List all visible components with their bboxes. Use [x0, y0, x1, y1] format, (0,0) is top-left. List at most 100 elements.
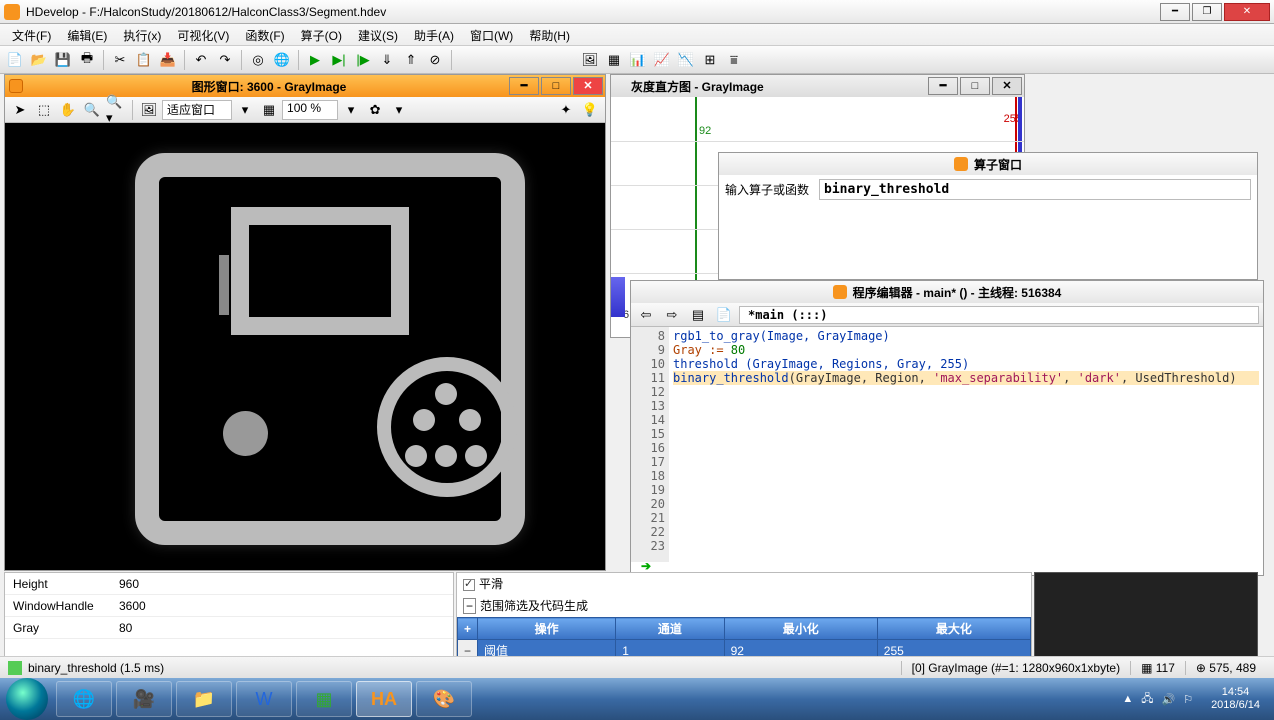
separator — [451, 50, 452, 70]
hw-maximize[interactable]: □ — [960, 77, 990, 95]
start-button[interactable] — [6, 678, 48, 720]
code-text[interactable]: rgb1_to_gray(Image, GrayImage)Gray := 80… — [669, 327, 1263, 562]
system-tray[interactable]: ▲ 🖧 🔊 ⚐ 14:54 2018/6/14 — [1122, 686, 1274, 712]
hand-icon[interactable]: ✋ — [57, 99, 79, 121]
status-bar: binary_threshold (1.5 ms) [0] GrayImage … — [0, 656, 1274, 678]
cut-icon[interactable]: ✂ — [109, 49, 131, 71]
gw-close[interactable]: ✕ — [573, 77, 603, 95]
run-icon[interactable]: ▶ — [304, 49, 326, 71]
status-grayval: ▦ 117 — [1130, 661, 1185, 675]
menu-exec[interactable]: 执行(x) — [115, 24, 169, 45]
menu-visual[interactable]: 可视化(V) — [169, 24, 237, 45]
menu-bar: 文件(F) 编辑(E) 执行(x) 可视化(V) 函数(F) 算子(O) 建议(… — [0, 24, 1274, 46]
menu-help[interactable]: 帮助(H) — [521, 24, 578, 45]
window-maximize[interactable]: ❐ — [1192, 3, 1222, 21]
window-minimize[interactable]: ━ — [1160, 3, 1190, 21]
spark-icon[interactable]: ✦ — [555, 99, 577, 121]
target-icon[interactable]: ◎ — [247, 49, 269, 71]
exec-arrow-icon: ➔ — [641, 559, 651, 573]
line-gutter: 8910 111213 141516 171819 202122 23 — [631, 327, 669, 562]
bulb-icon[interactable]: 💡 — [579, 99, 601, 121]
step-out-icon[interactable]: ⇑ — [400, 49, 422, 71]
app-icon — [4, 4, 20, 20]
nav-list-icon[interactable]: ▤ — [687, 304, 709, 326]
clock[interactable]: 14:54 2018/6/14 — [1201, 686, 1270, 712]
move-icon[interactable]: ⬚ — [33, 99, 55, 121]
globe-icon[interactable]: 🌐 — [271, 49, 293, 71]
halcon-icon — [833, 285, 847, 299]
task-paint-icon[interactable]: 🎨 — [416, 681, 472, 717]
step-into-icon[interactable]: ⇓ — [376, 49, 398, 71]
menu-func[interactable]: 函数(F) — [237, 24, 292, 45]
dropdown-icon[interactable]: ▾ — [234, 99, 256, 121]
undo-icon[interactable]: ↶ — [190, 49, 212, 71]
step-over-icon[interactable]: |▶ — [352, 49, 374, 71]
paint-icon[interactable]: ✿ — [364, 99, 386, 121]
stop-icon[interactable]: ⊘ — [424, 49, 446, 71]
chart1-icon[interactable]: ▦ — [603, 49, 625, 71]
hw-close[interactable]: ✕ — [992, 77, 1022, 95]
graphics-title-bar[interactable]: 图形窗口: 3600 - GrayImage ━ □ ✕ — [5, 75, 605, 97]
redo-icon[interactable]: ↷ — [214, 49, 236, 71]
dropdown-icon[interactable]: ▾ — [340, 99, 362, 121]
menu-operator[interactable]: 算子(O) — [293, 24, 350, 45]
task-media-icon[interactable]: 🎥 — [116, 681, 172, 717]
status-coord: ⊕ 575, 489 — [1185, 661, 1266, 675]
task-wps-icon[interactable]: W — [236, 681, 292, 717]
window-close[interactable]: ✕ — [1224, 3, 1270, 21]
zoom-select[interactable]: 100 % — [282, 100, 338, 120]
thumb-icon[interactable]: ▦ — [258, 99, 280, 121]
dropdown-icon[interactable]: ▾ — [388, 99, 410, 121]
zoom-dd-icon[interactable]: 🔍▾ — [105, 99, 127, 121]
file-icon[interactable]: 📄 — [713, 304, 735, 326]
chart6-icon[interactable]: ⩸ — [723, 49, 745, 71]
window-graphics-icon[interactable]: 🖼 — [579, 49, 601, 71]
step-icon[interactable]: ▶| — [328, 49, 350, 71]
operator-input[interactable] — [819, 179, 1251, 200]
var-row[interactable]: WindowHandle3600 — [5, 595, 453, 617]
histogram-title-bar[interactable]: 灰度直方图 - GrayImage ━ □ ✕ — [611, 75, 1024, 97]
menu-window[interactable]: 窗口(W) — [462, 24, 521, 45]
var-row[interactable]: Height960 — [5, 573, 453, 595]
editor-title-bar[interactable]: 程序编辑器 - main* () - 主线程: 516384 — [631, 281, 1263, 303]
chart4-icon[interactable]: 📉 — [675, 49, 697, 71]
editor-path[interactable]: *main (:::) — [739, 306, 1259, 324]
open-icon[interactable]: 📂 — [28, 49, 50, 71]
zoom-icon[interactable]: 🔍 — [81, 99, 103, 121]
menu-edit[interactable]: 编辑(E) — [59, 24, 115, 45]
smooth-checkbox[interactable] — [463, 579, 475, 591]
gw-maximize[interactable]: □ — [541, 77, 571, 95]
image-icon[interactable]: 🖼 — [138, 99, 160, 121]
nav-back-icon[interactable]: ⇦ — [635, 304, 657, 326]
save-icon[interactable]: 💾 — [52, 49, 74, 71]
col-op: 操作 — [478, 618, 616, 640]
copy-icon[interactable]: 📋 — [133, 49, 155, 71]
task-excel-icon[interactable]: ▦ — [296, 681, 352, 717]
nav-fwd-icon[interactable]: ⇨ — [661, 304, 683, 326]
collapse-icon[interactable]: − — [463, 598, 476, 614]
var-row[interactable]: Gray80 — [5, 617, 453, 639]
variables-pane: Height960 WindowHandle3600 Gray80 — [4, 572, 454, 666]
chart3-icon[interactable]: 📈 — [651, 49, 673, 71]
menu-suggest[interactable]: 建议(S) — [350, 24, 406, 45]
histogram-bars — [611, 277, 625, 317]
menu-file[interactable]: 文件(F) — [4, 24, 59, 45]
task-ie-icon[interactable]: 🌐 — [56, 681, 112, 717]
task-hdevelop-icon[interactable]: HA — [356, 681, 412, 717]
operator-title-bar[interactable]: 算子窗口 — [719, 153, 1257, 175]
print-icon[interactable]: 🖶 — [76, 49, 98, 71]
pointer-icon[interactable]: ➤ — [9, 99, 31, 121]
gw-minimize[interactable]: ━ — [509, 77, 539, 95]
chart5-icon[interactable]: ⊞ — [699, 49, 721, 71]
fit-select[interactable]: 适应窗口 — [162, 100, 232, 120]
add-row-button[interactable]: + — [458, 618, 478, 640]
halcon-icon — [9, 79, 23, 93]
new-icon[interactable]: 📄 — [4, 49, 26, 71]
task-explorer-icon[interactable]: 📁 — [176, 681, 232, 717]
chart2-icon[interactable]: 📊 — [627, 49, 649, 71]
hw-minimize[interactable]: ━ — [928, 77, 958, 95]
smooth-label: 平滑 — [479, 577, 503, 591]
menu-assistant[interactable]: 助手(A) — [406, 24, 462, 45]
graphics-canvas[interactable] — [5, 123, 605, 570]
paste-icon[interactable]: 📥 — [157, 49, 179, 71]
